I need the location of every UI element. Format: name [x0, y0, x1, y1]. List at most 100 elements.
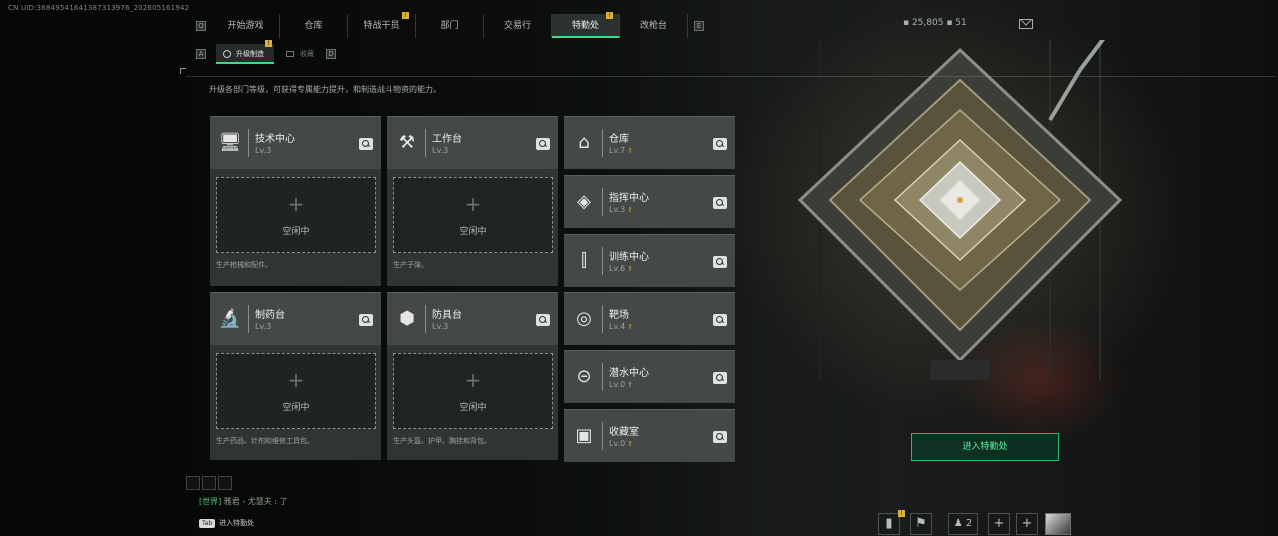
separator — [602, 188, 603, 216]
computer-icon: 🖥 — [218, 132, 242, 153]
user-id-text: CN UID:3684954164138731397​6_20260516194… — [8, 4, 190, 12]
add-slot-button[interactable]: + — [1016, 513, 1038, 535]
level-text: Lv.7 — [609, 146, 626, 155]
facility-card-command-center[interactable]: ◈ 指挥中心 Lv.3 ⇑ — [564, 175, 735, 228]
notification-badge: ! — [606, 12, 613, 19]
tools-icon: ⚒ — [398, 132, 416, 153]
facility-level: Lv.3 ⇑ — [609, 205, 633, 214]
facility-card-training-center[interactable]: ⫿ 训练中心 Lv.6 ⇑ — [564, 234, 735, 287]
plus-icon: + — [464, 192, 482, 216]
facility-card-warehouse[interactable]: ⌂ 仓库 Lv.7 ⇑ — [564, 116, 735, 169]
search-icon[interactable] — [359, 314, 373, 326]
facility-card-tech-center[interactable]: 🖥 技术中心 Lv.3 + 空闲中 生产枪械和配件。 — [210, 116, 381, 286]
facility-level: Lv.3 — [255, 146, 272, 155]
facility-header: ⬢ 防具台 Lv.3 — [387, 293, 558, 345]
subtab-upgrade-craft[interactable]: 升级制造 ! — [216, 40, 274, 64]
upgrade-arrow-icon: ⇑ — [627, 265, 634, 273]
facility-note: 生产药品、针剂和维修工具包。 — [216, 437, 314, 445]
production-slot[interactable]: + 空闲中 — [393, 353, 553, 429]
friends-button[interactable]: ♟ 2 — [948, 513, 978, 535]
tab-label: 改枪台 — [639, 21, 667, 31]
stats-icon[interactable]: ▮ — [878, 513, 900, 535]
facility-card-diving-center[interactable]: ⊝ 潜水中心 Lv.0 ⇑ — [564, 350, 735, 403]
facility-level: Lv.6 ⇑ — [609, 264, 633, 273]
target-icon: ◎ — [576, 308, 592, 329]
facility-card-pharmacy[interactable]: 🔬 制药台 Lv.3 + 空闲中 生产药品、针剂和维修工具包。 — [210, 292, 381, 460]
facility-name: 训练中心 — [609, 252, 649, 263]
enter-special-service-button[interactable]: 进入特勤处 — [911, 433, 1059, 461]
facility-header: ◎ 靶场 Lv.4 ⇑ — [564, 293, 735, 345]
facility-header: ⊝ 潜水中心 Lv.0 ⇑ — [564, 351, 735, 403]
tab-key: Tab — [199, 518, 216, 528]
tab-hint-label: 进入特勤处 — [219, 519, 255, 527]
subtab-label: 收藏 — [300, 50, 314, 58]
facility-level: Lv.0 ⇑ — [609, 439, 633, 448]
search-icon[interactable] — [713, 431, 727, 443]
tab-gunsmith[interactable]: 改枪台 — [620, 14, 688, 38]
notification-badge: ! — [402, 12, 409, 19]
facility-name: 技术中心 — [255, 134, 295, 145]
facility-card-workbench[interactable]: ⚒ 工作台 Lv.3 + 空闲中 生产子弹。 — [387, 116, 558, 286]
facility-header: ◈ 指挥中心 Lv.3 ⇑ — [564, 176, 735, 228]
warehouse-icon: ⌂ — [578, 132, 590, 153]
quick-slot[interactable] — [202, 476, 216, 490]
search-icon[interactable] — [713, 314, 727, 326]
tab-special-service[interactable]: 特勤处! — [552, 12, 620, 38]
subtab-label: 升级制造 — [236, 50, 264, 58]
facility-card-armor-bench[interactable]: ⬢ 防具台 Lv.3 + 空闲中 生产头盔、护甲、胸挂和背包。 — [387, 292, 558, 460]
facility-note: 生产头盔、护甲、胸挂和背包。 — [393, 437, 491, 445]
prev-tab-key[interactable]: Q — [196, 21, 206, 31]
quick-slot[interactable] — [186, 476, 200, 490]
subtab-collection[interactable]: 收藏 — [274, 44, 326, 64]
tab-trade[interactable]: 交易行 — [484, 14, 552, 38]
level-text: Lv.0 — [609, 380, 626, 389]
sub-navigation: A 升级制造 ! 收藏 D — [196, 40, 336, 64]
chat-channel: [世界] — [199, 497, 222, 506]
avatar[interactable] — [1045, 513, 1071, 535]
flag-icon[interactable]: ⚑ — [910, 513, 932, 535]
facility-card-collection-room[interactable]: ▣ 收藏室 Lv.0 ⇑ — [564, 409, 735, 462]
tab-start-game[interactable]: 开始游戏 — [212, 14, 280, 38]
next-tab-key[interactable]: E — [694, 21, 704, 31]
facility-name: 防具台 — [432, 310, 462, 321]
chat-line[interactable]: [世界] 雅君 - 尤慧夫 : 了 — [199, 496, 288, 507]
tab-department[interactable]: 部门 — [416, 14, 484, 38]
tab-warehouse[interactable]: 仓库 — [280, 14, 348, 38]
production-slot[interactable]: + 空闲中 — [216, 353, 376, 429]
upgrade-arrow-icon: ⇑ — [627, 440, 634, 448]
separator — [602, 422, 603, 450]
gear-icon — [223, 50, 231, 58]
separator — [602, 129, 603, 157]
tab-label: 交易行 — [503, 21, 531, 31]
search-icon[interactable] — [713, 138, 727, 150]
search-icon[interactable] — [713, 372, 727, 384]
production-slot[interactable]: + 空闲中 — [216, 177, 376, 253]
facility-level: Lv.3 — [432, 322, 449, 331]
facility-header: 🔬 制药台 Lv.3 — [210, 293, 381, 345]
production-slot[interactable]: + 空闲中 — [393, 177, 553, 253]
corner-bracket — [180, 68, 186, 74]
search-icon[interactable] — [536, 138, 550, 150]
add-slot-button[interactable]: + — [988, 513, 1010, 535]
quick-slot[interactable] — [218, 476, 232, 490]
upgrade-arrow-icon: ⇑ — [627, 147, 634, 155]
next-subtab-key[interactable]: D — [326, 49, 336, 59]
tab-operators[interactable]: 特战干员! — [348, 12, 416, 38]
separator — [248, 129, 249, 157]
level-text: Lv.4 — [609, 322, 626, 331]
facility-name: 靶场 — [609, 310, 629, 321]
search-icon[interactable] — [536, 314, 550, 326]
separator — [602, 247, 603, 275]
prev-subtab-key[interactable]: A — [196, 49, 206, 59]
facility-card-shooting-range[interactable]: ◎ 靶场 Lv.4 ⇑ — [564, 292, 735, 345]
friends-count: 2 — [965, 518, 973, 529]
mail-icon[interactable] — [1019, 19, 1033, 29]
dumbbell-icon: ⫿ — [581, 250, 587, 271]
facility-name: 仓库 — [609, 134, 629, 145]
tab-label: 开始游戏 — [227, 21, 264, 31]
search-icon[interactable] — [359, 138, 373, 150]
search-icon[interactable] — [713, 197, 727, 209]
main-tabs: 开始游戏 仓库 特战干员! 部门 交易行 特勤处! 改枪台 — [212, 12, 688, 38]
tab-hint[interactable]: Tab 进入特勤处 — [199, 515, 254, 531]
search-icon[interactable] — [713, 256, 727, 268]
